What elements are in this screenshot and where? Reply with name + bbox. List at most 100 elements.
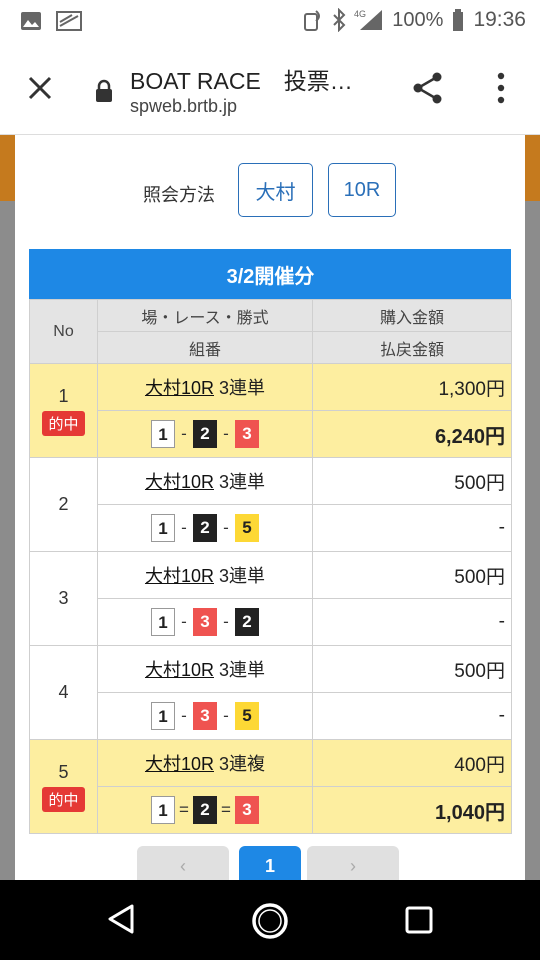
current-page-button[interactable]: 1 — [239, 846, 301, 880]
row-number: 2 — [58, 494, 69, 514]
table-row: 5 的中 大村10R 3連複 400円 — [29, 739, 512, 834]
more-options-icon[interactable] — [496, 72, 506, 104]
race-select-button[interactable]: 10R — [328, 163, 396, 217]
filter-label: 照会方法 — [143, 185, 215, 205]
home-icon[interactable] — [251, 902, 289, 940]
svg-text:4G: 4G — [354, 9, 366, 19]
system-nav-bar — [0, 880, 540, 960]
race-link[interactable]: 大村10R — [145, 378, 214, 398]
next-page-button[interactable]: › — [307, 846, 399, 880]
hit-badge: 的中 — [42, 786, 85, 812]
payout-amount: 1,040円 — [312, 786, 512, 834]
combo-separator: - — [181, 424, 187, 443]
row-number: 1 — [58, 385, 69, 406]
boat-number: 1 — [151, 514, 175, 542]
filter-row: 照会方法 大村 10R — [15, 163, 525, 221]
boat-number: 1 — [151, 608, 175, 636]
header-payout: 払戻金額 — [312, 331, 512, 364]
race-link[interactable]: 大村10R — [145, 754, 214, 774]
bluetooth-icon — [333, 8, 346, 32]
combo-cell: 1-2-3 — [97, 410, 313, 458]
status-bar: 4G 100% 19:36 — [0, 0, 540, 44]
combo-cell: 1-3-2 — [97, 598, 313, 646]
purchase-history-modal: 照会方法 大村 10R 3/2開催分 No 場・レース・勝式 購入金額 組番 払… — [15, 135, 525, 880]
battery-percent: 100% — [392, 8, 444, 31]
nfc-icon — [304, 10, 321, 31]
prev-page-button[interactable]: ‹ — [137, 846, 229, 880]
combo-separator: - — [223, 706, 229, 725]
race-cell: 大村10R 3連複 — [97, 739, 313, 787]
bet-type: 3連複 — [219, 754, 266, 774]
table-row-sub: 1-3-2 - — [30, 598, 512, 646]
close-icon[interactable] — [26, 74, 54, 102]
combo-separator: - — [181, 612, 187, 631]
row-number-cell: 3 — [29, 551, 98, 646]
race-link[interactable]: 大村10R — [145, 660, 214, 680]
url-host[interactable]: spweb.brtb.jp — [130, 96, 237, 117]
place-select-button[interactable]: 大村 — [238, 163, 313, 217]
table-row-sub: 1 = 2 = 3 1,040円 — [30, 786, 512, 834]
boat-number: 5 — [235, 702, 259, 730]
boat-number: 1 — [151, 702, 175, 730]
race-link[interactable]: 大村10R — [145, 472, 214, 492]
table-row: 2 大村10R 3連単 500円 — [29, 457, 512, 552]
purchase-amount: 500円 — [312, 551, 512, 599]
combo-separator: - — [223, 424, 229, 443]
hit-badge: 的中 — [42, 410, 85, 436]
bet-type: 3連単 — [219, 378, 266, 398]
row-number-cell: 2 — [29, 457, 98, 552]
clock: 19:36 — [473, 8, 526, 31]
combo-cell: 1-3-5 — [97, 692, 313, 740]
combo-separator: = — [179, 800, 189, 819]
row-number: 5 — [58, 761, 69, 782]
image-icon — [21, 12, 41, 30]
payout-amount: - — [312, 504, 512, 552]
payout-amount: 6,240円 — [312, 410, 512, 458]
pagination: ‹ 1 › — [137, 846, 407, 880]
boat-number: 1 — [151, 420, 175, 448]
date-header: 3/2開催分 — [29, 249, 511, 299]
boat-number: 2 — [193, 420, 217, 448]
bet-type: 3連単 — [219, 472, 266, 492]
back-icon[interactable] — [104, 902, 138, 936]
table-row: 1 的中 大村10R 3連単 1,300円 — [29, 363, 512, 458]
bet-table: 3/2開催分 No 場・レース・勝式 購入金額 組番 払戻金額 1 的中 大村1… — [29, 249, 512, 834]
signal-icon: 4G — [354, 9, 383, 30]
boat-number: 2 — [235, 608, 259, 636]
boat-number: 5 — [235, 514, 259, 542]
combo-cell: 1 = 2 = 3 — [97, 786, 313, 834]
race-link[interactable]: 大村10R — [145, 566, 214, 586]
page-title: BOAT RACE 投票… — [130, 68, 353, 94]
race-cell: 大村10R 3連単 — [97, 457, 313, 505]
combo-separator: - — [181, 518, 187, 537]
bet-type: 3連単 — [219, 566, 266, 586]
row-number-cell: 4 — [29, 645, 98, 740]
purchase-amount: 400円 — [312, 739, 512, 787]
row-number-cell: 1 的中 — [29, 363, 98, 458]
boat-number: 3 — [235, 420, 259, 448]
recents-icon[interactable] — [404, 905, 434, 935]
header-combo: 組番 — [97, 331, 313, 364]
boat-number: 3 — [193, 702, 217, 730]
combo-separator: - — [223, 518, 229, 537]
purchase-amount: 1,300円 — [312, 363, 512, 411]
table-row-sub: 1-2-3 6,240円 — [30, 410, 512, 458]
header-race-type: 場・レース・勝式 — [97, 299, 313, 332]
share-icon[interactable] — [410, 70, 446, 106]
table-row: 3 大村10R 3連単 500円 — [29, 551, 512, 646]
table-row-sub: 1-3-5 - — [30, 692, 512, 740]
header-purchase: 購入金額 — [312, 299, 512, 332]
boat-number: 2 — [193, 796, 217, 824]
table-row-sub: 1-2-5 - — [30, 504, 512, 552]
table-row: 4 大村10R 3連単 500円 — [29, 645, 512, 740]
race-cell: 大村10R 3連単 — [97, 363, 313, 411]
boat-number: 2 — [193, 514, 217, 542]
row-number: 4 — [58, 682, 69, 702]
race-cell: 大村10R 3連単 — [97, 645, 313, 693]
payout-amount: - — [312, 692, 512, 740]
header-no: No — [29, 299, 98, 364]
row-number: 3 — [58, 588, 69, 608]
race-cell: 大村10R 3連単 — [97, 551, 313, 599]
boat-number: 3 — [193, 608, 217, 636]
row-number-cell: 5 的中 — [29, 739, 98, 834]
